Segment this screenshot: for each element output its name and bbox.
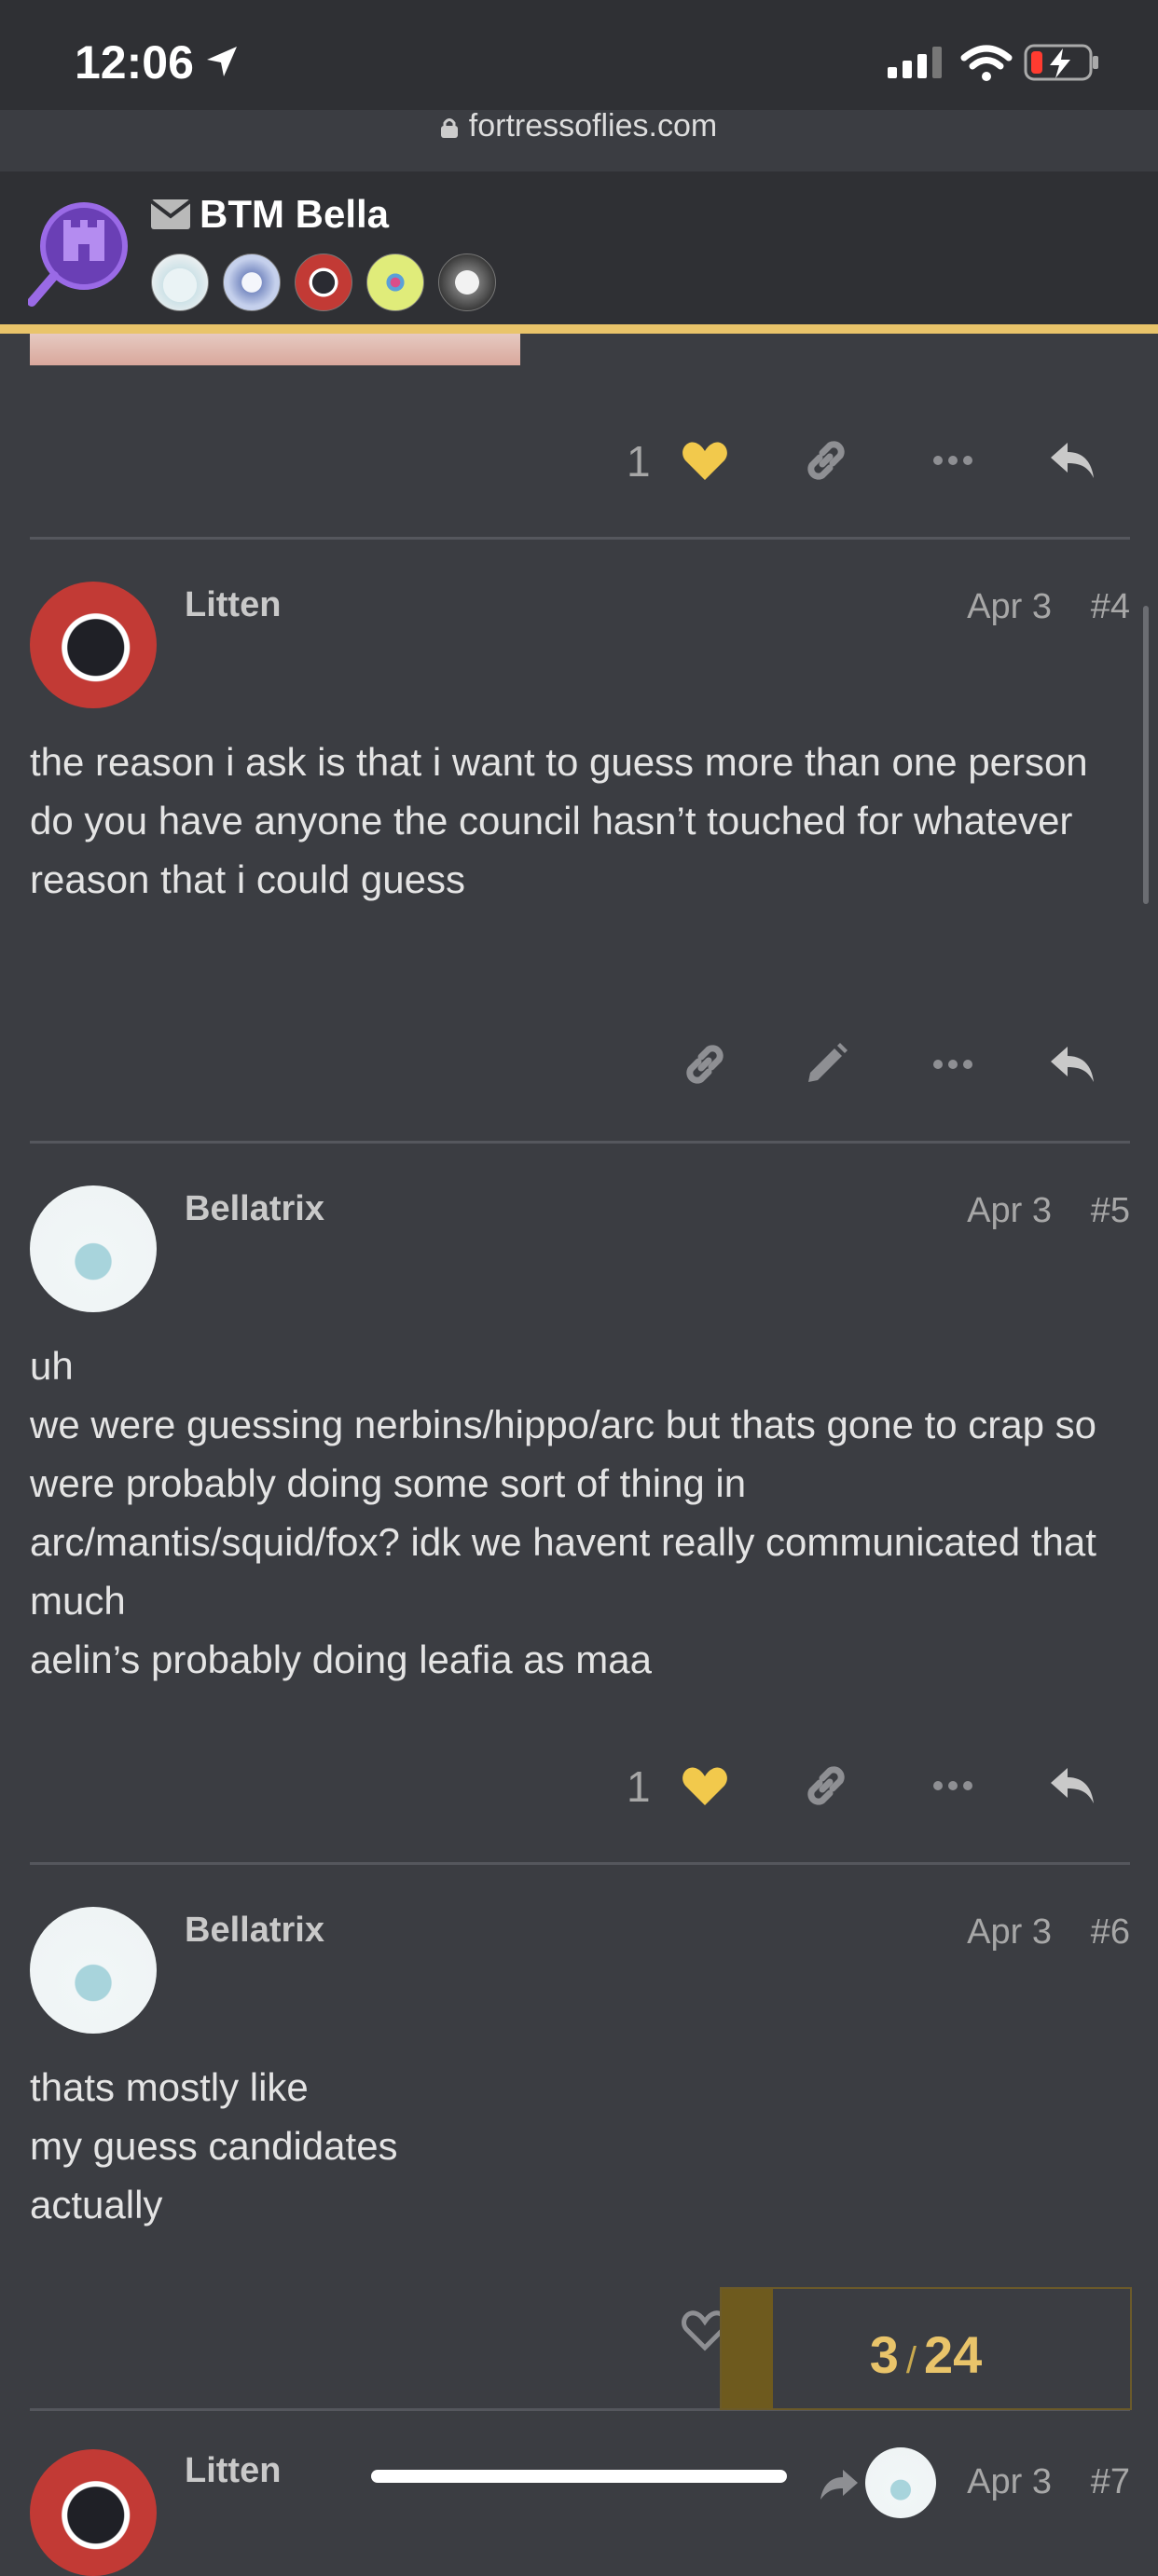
share-reply-icon xyxy=(820,2470,858,2500)
post-number[interactable]: #6 xyxy=(1091,1912,1130,1953)
more-options-button[interactable] xyxy=(925,1036,981,1092)
avatar-litten[interactable] xyxy=(30,2449,157,2576)
post-date[interactable]: Apr 3 xyxy=(967,2462,1052,2502)
fortress-of-lies-logo[interactable] xyxy=(28,198,132,308)
post-actions-prev: 1 xyxy=(30,432,1130,488)
post-body: thats mostly like my guess candidates ac… xyxy=(30,2058,1121,2234)
post-paragraph: aelin’s probably doing leafia as maa xyxy=(30,1637,652,1681)
private-message-envelope-icon xyxy=(151,199,190,229)
reply-arrow-icon xyxy=(1051,1047,1094,1082)
home-indicator[interactable] xyxy=(371,2470,787,2483)
lock-icon xyxy=(440,118,458,138)
edit-button[interactable] xyxy=(798,1036,854,1092)
ellipsis-icon xyxy=(933,456,972,465)
site-header: BTM Bella xyxy=(0,171,1158,334)
avatar-bellatrix[interactable] xyxy=(30,1185,157,1312)
post-paragraph: do you have anyone the council hasn’t to… xyxy=(30,799,1073,901)
participant-avatar-4[interactable] xyxy=(366,253,424,311)
post-date[interactable]: Apr 3 xyxy=(967,1912,1052,1953)
link-icon xyxy=(807,1766,845,1805)
avatar-bellatrix[interactable] xyxy=(30,1907,157,2034)
post-divider xyxy=(30,1141,1130,1144)
post-body: the reason i ask is that i want to guess… xyxy=(30,733,1121,909)
pencil-icon xyxy=(808,1043,848,1082)
previous-post-image[interactable] xyxy=(30,334,520,365)
url-bar[interactable]: fortressoflies.com xyxy=(0,108,1158,144)
like-button[interactable] xyxy=(677,1758,733,1814)
reply-arrow-icon xyxy=(1051,443,1094,478)
topic-title-text: BTM Bella xyxy=(200,192,390,236)
post-paragraph: actually xyxy=(30,2183,163,2227)
progress-current: 3 xyxy=(869,2325,899,2384)
more-options-button[interactable] xyxy=(925,432,981,488)
copy-link-button[interactable] xyxy=(798,1758,854,1814)
participant-avatar-2[interactable] xyxy=(223,253,281,311)
participant-avatar-5[interactable] xyxy=(438,253,496,311)
reply-button[interactable] xyxy=(1044,1758,1100,1814)
post-paragraph: thats mostly like xyxy=(30,2065,309,2109)
progress-separator: / xyxy=(905,2340,917,2381)
post-paragraph: uh xyxy=(30,1344,74,1388)
post-paragraph: we were guessing nerbins/hippo/arc but t… xyxy=(30,1403,1097,1623)
post-body: uh we were guessing nerbins/hippo/arc bu… xyxy=(30,1336,1121,1689)
cellular-signal-icon xyxy=(888,47,942,78)
post-divider xyxy=(30,1862,1130,1865)
ellipsis-icon xyxy=(933,1060,972,1069)
link-icon xyxy=(807,441,845,480)
scrollbar-thumb[interactable] xyxy=(1143,606,1149,904)
post-paragraph: my guess candidates xyxy=(30,2124,398,2168)
like-count: 1 xyxy=(627,437,651,486)
post-username[interactable]: Bellatrix xyxy=(185,1911,324,1951)
post-username[interactable]: Bellatrix xyxy=(185,1189,324,1229)
reply-arrow-icon xyxy=(1051,1768,1094,1803)
post-paragraph: the reason i ask is that i want to guess… xyxy=(30,740,1088,784)
participant-avatar-bellatrix[interactable] xyxy=(151,253,209,311)
post-date[interactable]: Apr 3 xyxy=(967,1191,1052,1231)
link-icon xyxy=(686,1045,724,1084)
post-number[interactable]: #5 xyxy=(1091,1191,1130,1231)
post-number[interactable]: #7 xyxy=(1091,2462,1130,2502)
like-button[interactable] xyxy=(677,432,733,488)
ellipsis-icon xyxy=(933,1781,972,1790)
participant-avatars xyxy=(151,253,496,311)
topic-title[interactable]: BTM Bella xyxy=(151,192,389,237)
heart-icon xyxy=(682,1767,727,1805)
post-divider xyxy=(30,537,1130,540)
status-bar: 12:06 fortressoflies.com xyxy=(0,0,1158,144)
avatar-litten[interactable] xyxy=(30,582,157,708)
post-username[interactable]: Litten xyxy=(185,585,281,625)
url-text: fortressoflies.com xyxy=(468,108,718,144)
like-count: 1 xyxy=(627,1762,651,1811)
progress-total: 24 xyxy=(923,2325,983,2384)
post-date[interactable]: Apr 3 xyxy=(967,587,1052,627)
topic-progress-indicator[interactable]: 3/24 xyxy=(720,2287,1132,2410)
copy-link-button[interactable] xyxy=(798,432,854,488)
copy-link-button[interactable] xyxy=(677,1036,733,1092)
participant-avatar-litten[interactable] xyxy=(295,253,352,311)
post-username[interactable]: Litten xyxy=(185,2451,281,2491)
progress-text: 3/24 xyxy=(722,2324,1130,2385)
reply-button[interactable] xyxy=(1044,1036,1100,1092)
heart-icon xyxy=(682,442,727,480)
post-actions-5: 1 xyxy=(30,1758,1130,1814)
post-number[interactable]: #4 xyxy=(1091,587,1130,627)
reply-to-indicator[interactable] xyxy=(819,2447,936,2518)
more-options-button[interactable] xyxy=(925,1758,981,1814)
status-time: 12:06 xyxy=(75,36,194,89)
reply-to-avatar xyxy=(865,2447,936,2518)
post-actions-4 xyxy=(30,1036,1130,1092)
wifi-icon xyxy=(960,45,1013,81)
location-arrow-icon xyxy=(207,47,237,76)
reply-button[interactable] xyxy=(1044,432,1100,488)
battery-icon xyxy=(1024,44,1098,81)
